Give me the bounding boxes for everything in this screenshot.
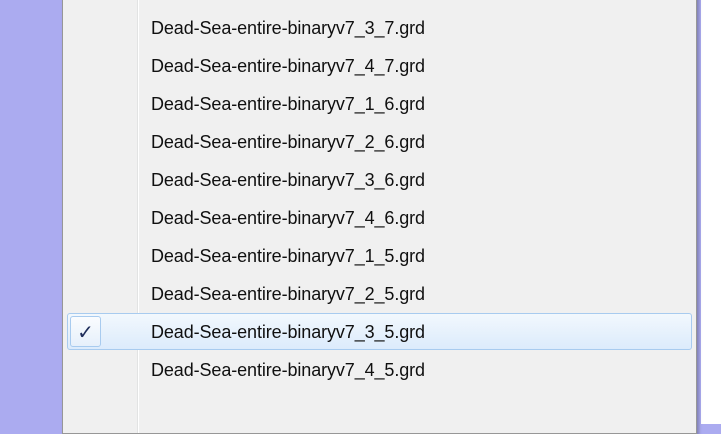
menu-item-label: Dead-Sea-entire-binaryv7_2_6.grd [151, 132, 425, 152]
menu-item-label: Dead-Sea-entire-binaryv7_4_7.grd [151, 56, 425, 76]
menu-item-label: Dead-Sea-entire-binaryv7_3_5.grd [151, 322, 425, 342]
menu-item-binaryv7-4-5[interactable]: Dead-Sea-entire-binaryv7_4_5.grd [67, 351, 692, 388]
menu-item-binaryv7-2-6[interactable]: Dead-Sea-entire-binaryv7_2_6.grd [67, 123, 692, 160]
menu-item-binaryv7-1-5[interactable]: Dead-Sea-entire-binaryv7_1_5.grd [67, 237, 692, 274]
menu-item-binaryv7-4-7[interactable]: Dead-Sea-entire-binaryv7_4_7.grd [67, 47, 692, 84]
menu-item-binaryv7-3-5[interactable]: ✓ Dead-Sea-entire-binaryv7_3_5.grd [67, 313, 692, 350]
menu-item-binaryv7-4-6[interactable]: Dead-Sea-entire-binaryv7_4_6.grd [67, 199, 692, 236]
menu-item-binaryv7-3-7[interactable]: Dead-Sea-entire-binaryv7_3_7.grd [67, 9, 692, 46]
menu-item-label: Dead-Sea-entire-binaryv7_4_6.grd [151, 208, 425, 228]
menu-item-binaryv7-3-6[interactable]: Dead-Sea-entire-binaryv7_3_6.grd [67, 161, 692, 198]
menu-item-binaryv7-1-6[interactable]: Dead-Sea-entire-binaryv7_1_6.grd [67, 85, 692, 122]
desktop-edge [701, 0, 721, 424]
dropdown-menu: Dead-Sea-entire-binaryv7_3_7.grd Dead-Se… [62, 0, 697, 434]
menu-item-label: Dead-Sea-entire-binaryv7_3_6.grd [151, 170, 425, 190]
menu-item-label: Dead-Sea-entire-binaryv7_1_5.grd [151, 246, 425, 266]
menu-item-label: Dead-Sea-entire-binaryv7_3_7.grd [151, 18, 425, 38]
menu-item-label: Dead-Sea-entire-binaryv7_4_5.grd [151, 360, 425, 380]
menu-item-label: Dead-Sea-entire-binaryv7_1_6.grd [151, 94, 425, 114]
checkmark-icon: ✓ [70, 316, 101, 347]
menu-item-label: Dead-Sea-entire-binaryv7_2_5.grd [151, 284, 425, 304]
menu-item-binaryv7-2-5[interactable]: Dead-Sea-entire-binaryv7_2_5.grd [67, 275, 692, 312]
